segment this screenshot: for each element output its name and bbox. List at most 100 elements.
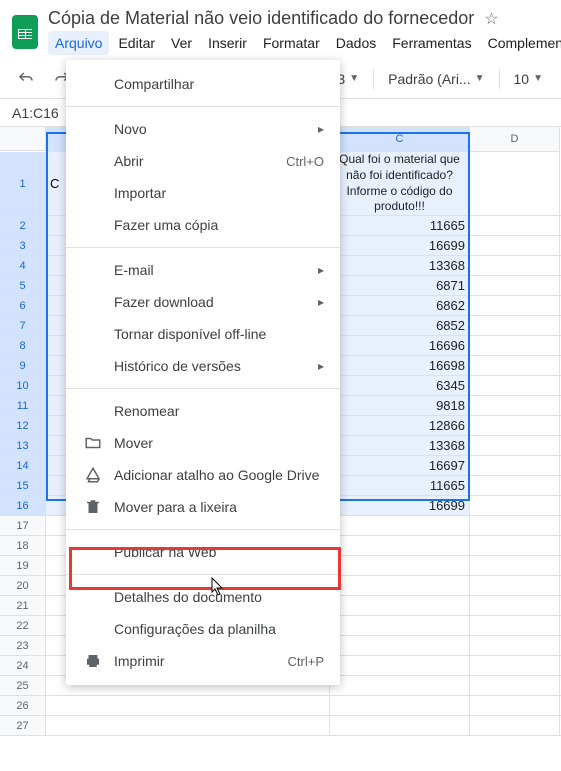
row-header[interactable]: 6	[0, 296, 46, 315]
cell[interactable]	[470, 636, 560, 655]
cell[interactable]: 6852	[330, 316, 470, 335]
column-header-c[interactable]: C	[330, 127, 470, 152]
column-header-d[interactable]: D	[470, 127, 560, 152]
cell[interactable]	[470, 656, 560, 675]
cell[interactable]	[470, 256, 560, 275]
cell[interactable]: 6871	[330, 276, 470, 295]
cell[interactable]: 11665	[330, 216, 470, 235]
menu-editar[interactable]: Editar	[111, 31, 162, 55]
row-header[interactable]: 22	[0, 616, 46, 635]
document-title[interactable]: Cópia de Material não veio identificado …	[48, 8, 474, 29]
row-header[interactable]: 20	[0, 576, 46, 595]
menu-item-e-mail[interactable]: E-mail▸	[66, 254, 340, 286]
row-header[interactable]: 16	[0, 496, 46, 515]
menu-item-mover-para-a-lixeira[interactable]: Mover para a lixeira	[66, 491, 340, 523]
name-box[interactable]: A1:C16	[12, 105, 69, 121]
cell[interactable]	[46, 716, 330, 735]
cell[interactable]	[330, 616, 470, 635]
row-header[interactable]: 19	[0, 556, 46, 575]
menu-item-fazer-uma-c-pia[interactable]: Fazer uma cópia	[66, 209, 340, 241]
sheets-logo[interactable]	[12, 12, 38, 52]
cell[interactable]	[470, 616, 560, 635]
select-all-corner[interactable]	[0, 127, 46, 151]
menu-item-hist-rico-de-vers-es[interactable]: Histórico de versões▸	[66, 350, 340, 382]
row-header[interactable]: 21	[0, 596, 46, 615]
row-header[interactable]: 1	[0, 152, 46, 215]
cell[interactable]	[470, 576, 560, 595]
cell[interactable]	[330, 676, 470, 695]
menu-item-mover[interactable]: Mover	[66, 427, 340, 459]
menu-item-imprimir[interactable]: ImprimirCtrl+P	[66, 645, 340, 677]
cell[interactable]	[470, 496, 560, 515]
cell[interactable]: 6862	[330, 296, 470, 315]
cell[interactable]	[330, 696, 470, 715]
cell[interactable]: Qual foi o material que não foi identifi…	[330, 152, 470, 215]
cell[interactable]	[470, 676, 560, 695]
menu-item-compartilhar[interactable]: Compartilhar	[66, 68, 340, 100]
cell[interactable]	[470, 516, 560, 535]
menu-item-tornar-dispon-vel-off-line[interactable]: Tornar disponível off-line	[66, 318, 340, 350]
row-header[interactable]: 4	[0, 256, 46, 275]
cell[interactable]: 12866	[330, 416, 470, 435]
row-header[interactable]: 11	[0, 396, 46, 415]
menu-item-abrir[interactable]: AbrirCtrl+O	[66, 145, 340, 177]
row-header[interactable]: 9	[0, 356, 46, 375]
row-header[interactable]: 15	[0, 476, 46, 495]
menu-item-configura-es-da-planilha[interactable]: Configurações da planilha	[66, 613, 340, 645]
menu-item-publicar-na-web[interactable]: Publicar na Web	[66, 536, 340, 568]
cell[interactable]: 16699	[330, 496, 470, 515]
cell[interactable]	[330, 536, 470, 555]
cell[interactable]: 11665	[330, 476, 470, 495]
cell[interactable]: 16696	[330, 336, 470, 355]
row-header[interactable]: 13	[0, 436, 46, 455]
cell[interactable]: 6345	[330, 376, 470, 395]
cell[interactable]	[470, 152, 560, 215]
cell[interactable]	[470, 596, 560, 615]
row-header[interactable]: 12	[0, 416, 46, 435]
row-header[interactable]: 10	[0, 376, 46, 395]
menu-item-fazer-download[interactable]: Fazer download▸	[66, 286, 340, 318]
cell[interactable]: 13368	[330, 436, 470, 455]
menu-item-adicionar-atalho-ao-google-drive[interactable]: Adicionar atalho ao Google Drive	[66, 459, 340, 491]
row-header[interactable]: 14	[0, 456, 46, 475]
row-header[interactable]: 17	[0, 516, 46, 535]
row-header[interactable]: 7	[0, 316, 46, 335]
cell[interactable]	[470, 396, 560, 415]
cell[interactable]	[470, 476, 560, 495]
cell[interactable]: 13368	[330, 256, 470, 275]
cell[interactable]	[330, 516, 470, 535]
cell[interactable]	[330, 556, 470, 575]
row-header[interactable]: 3	[0, 236, 46, 255]
menu-ferramentas[interactable]: Ferramentas	[385, 31, 478, 55]
menu-item-importar[interactable]: Importar	[66, 177, 340, 209]
star-icon[interactable]: ☆	[484, 9, 498, 29]
cell[interactable]	[470, 456, 560, 475]
menu-ver[interactable]: Ver	[164, 31, 199, 55]
cell[interactable]	[470, 436, 560, 455]
row-header[interactable]: 2	[0, 216, 46, 235]
cell[interactable]	[330, 596, 470, 615]
row-header[interactable]: 27	[0, 716, 46, 735]
row-header[interactable]: 26	[0, 696, 46, 715]
cell[interactable]	[330, 716, 470, 735]
cell[interactable]	[470, 416, 560, 435]
menu-item-novo[interactable]: Novo▸	[66, 113, 340, 145]
menu-dados[interactable]: Dados	[329, 31, 383, 55]
cell[interactable]	[330, 656, 470, 675]
menu-arquivo[interactable]: Arquivo	[48, 31, 109, 55]
cell[interactable]	[470, 356, 560, 375]
cell[interactable]: 16697	[330, 456, 470, 475]
cell[interactable]	[470, 236, 560, 255]
cell[interactable]	[470, 216, 560, 235]
row-header[interactable]: 23	[0, 636, 46, 655]
cell[interactable]: 9818	[330, 396, 470, 415]
menu-formatar[interactable]: Formatar	[256, 31, 327, 55]
menu-inserir[interactable]: Inserir	[201, 31, 254, 55]
cell[interactable]	[470, 336, 560, 355]
row-header[interactable]: 5	[0, 276, 46, 295]
cell[interactable]: 16698	[330, 356, 470, 375]
cell[interactable]	[470, 536, 560, 555]
font-dropdown[interactable]: Padrão (Ari...▼	[382, 71, 490, 87]
row-header[interactable]: 24	[0, 656, 46, 675]
undo-button[interactable]	[12, 65, 40, 93]
